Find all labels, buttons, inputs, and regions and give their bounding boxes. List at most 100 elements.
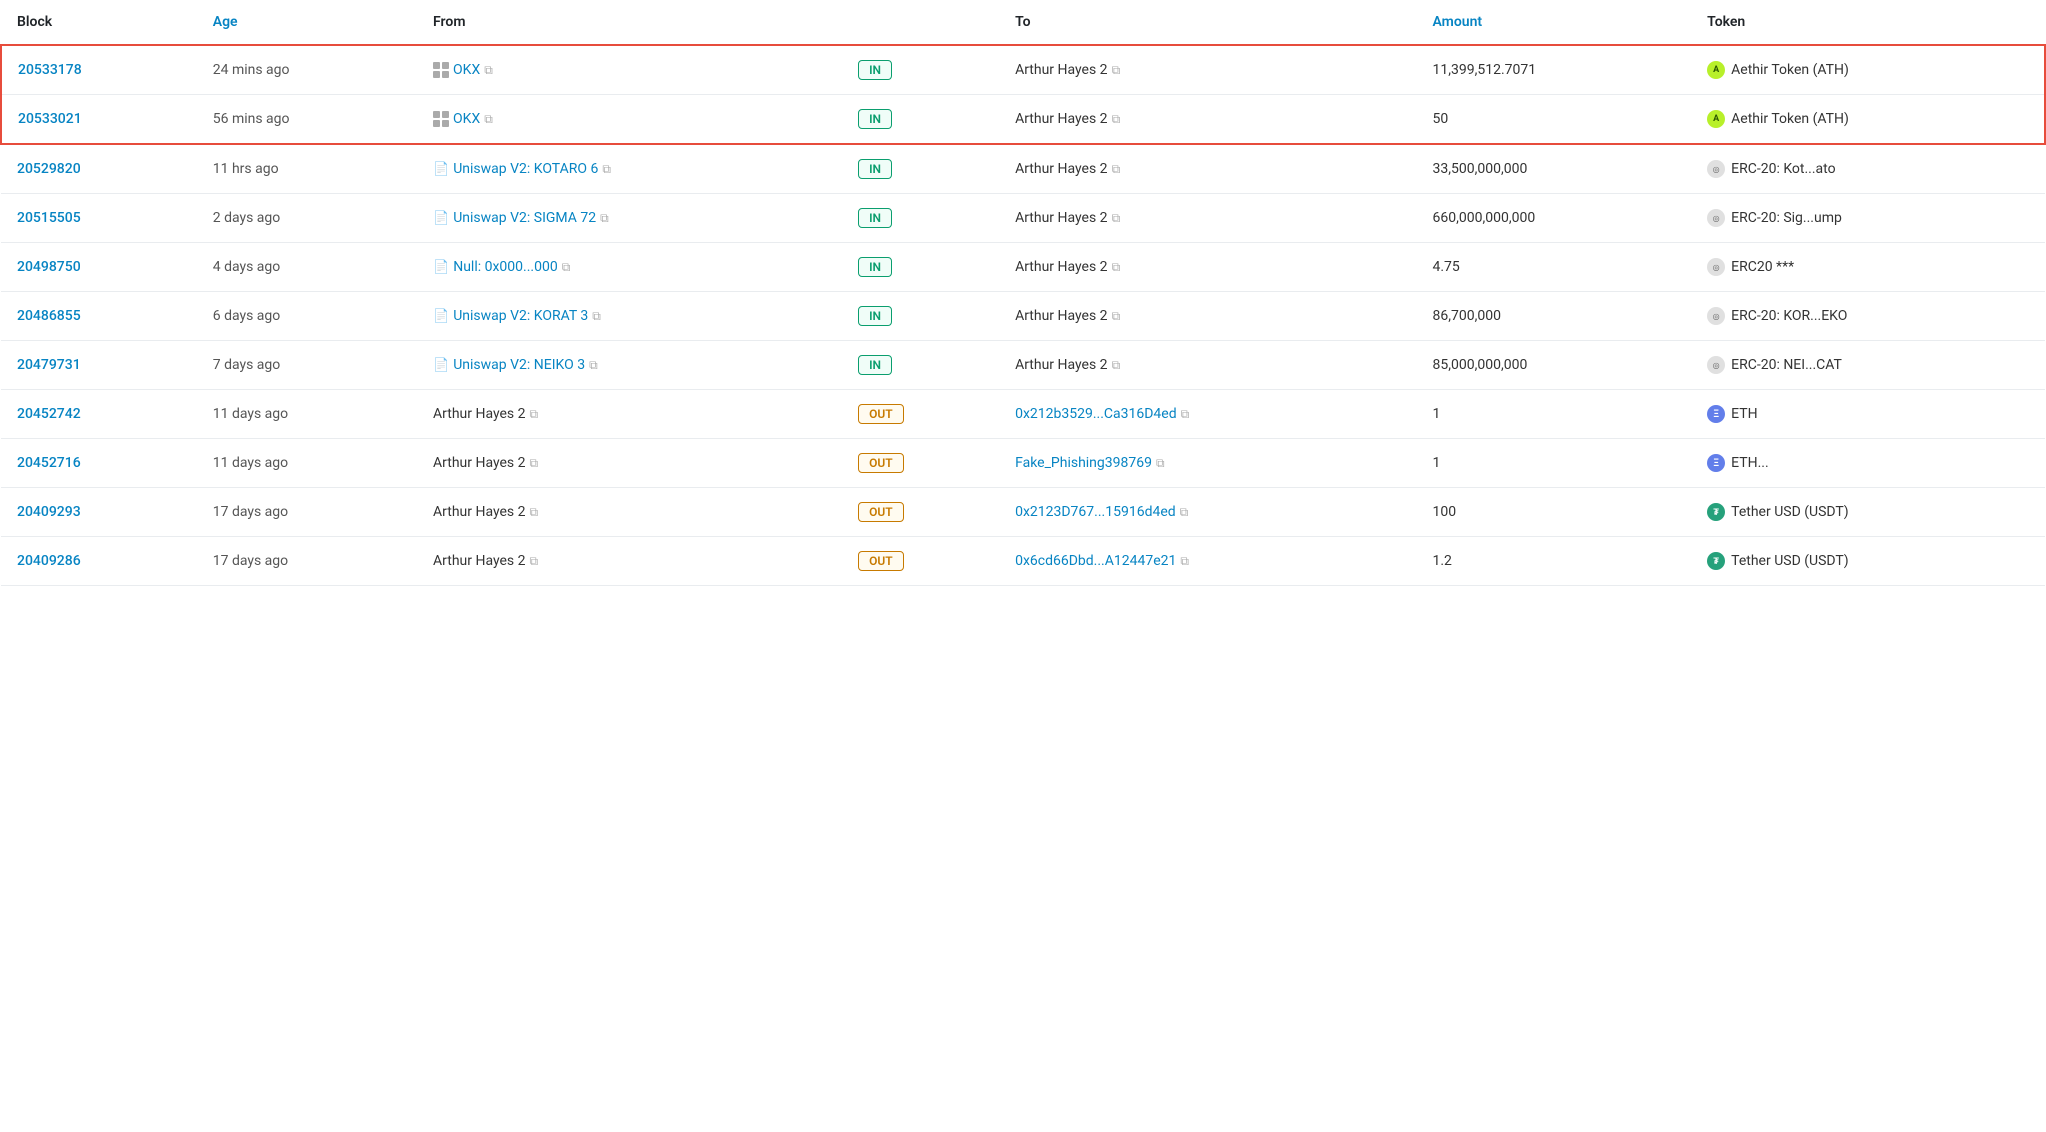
copy-icon[interactable]: ⧉ — [562, 260, 571, 275]
erc20-token-icon: ◎ — [1707, 356, 1725, 374]
token-cell: AAethir Token (ATH) — [1691, 95, 2045, 145]
amount-cell: 1 — [1417, 439, 1692, 488]
token-cell: ◎ERC-20: Kot...ato — [1691, 144, 2045, 194]
amount-cell: 100 — [1417, 488, 1692, 537]
contract-icon: 📄 — [433, 260, 449, 275]
copy-icon[interactable]: ⧉ — [1112, 162, 1121, 177]
col-header-block: Block — [1, 0, 197, 45]
from-cell: 📄Uniswap V2: KOTARO 6⧉ — [417, 144, 842, 194]
from-link[interactable]: Uniswap V2: NEIKO 3 — [453, 357, 585, 373]
direction-cell: IN — [842, 292, 999, 341]
from-label: Arthur Hayes 2 — [433, 504, 525, 520]
from-link[interactable]: OKX — [453, 111, 480, 127]
to-link[interactable]: Fake_Phishing398769 — [1015, 455, 1152, 471]
block-link[interactable]: 20409293 — [17, 504, 81, 520]
from-cell: 📄Uniswap V2: NEIKO 3⧉ — [417, 341, 842, 390]
copy-icon[interactable]: ⧉ — [1112, 309, 1121, 324]
table-row: 204797317 days ago📄Uniswap V2: NEIKO 3⧉I… — [1, 341, 2045, 390]
block-link[interactable]: 20498750 — [17, 259, 81, 275]
transactions-table-container: Block Age From To Amount Token 205331782… — [0, 0, 2046, 586]
copy-icon[interactable]: ⧉ — [589, 358, 598, 373]
token-name: Tether USD (USDT) — [1731, 553, 1849, 569]
from-label: Arthur Hayes 2 — [433, 553, 525, 569]
copy-icon[interactable]: ⧉ — [1180, 554, 1189, 569]
amount-cell: 11,399,512.7071 — [1417, 45, 1692, 95]
copy-icon[interactable]: ⧉ — [484, 63, 493, 78]
to-cell: Arthur Hayes 2 ⧉ — [999, 243, 1416, 292]
from-cell: Arthur Hayes 2 ⧉ — [417, 488, 842, 537]
direction-cell: IN — [842, 341, 999, 390]
to-cell: Arthur Hayes 2⧉ — [999, 95, 1416, 145]
table-row: 20515505 2 days ago 📄 Uniswap V2: SIGMA 72 ⧉… — [1, 194, 2045, 243]
block-link[interactable]: 20486855 — [17, 308, 81, 324]
to-link[interactable]: 0x2123D767...15916d4ed — [1015, 504, 1176, 520]
from-link[interactable]: Null: 0x000...000 — [453, 259, 557, 275]
copy-icon[interactable]: ⧉ — [592, 309, 601, 324]
copy-icon[interactable]: ⧉ — [1180, 505, 1189, 520]
okx-icon — [433, 111, 449, 127]
direction-badge: IN — [858, 109, 892, 129]
copy-icon[interactable]: ⧉ — [530, 554, 539, 569]
direction-badge: IN — [858, 60, 892, 80]
contract-icon: 📄 — [433, 211, 449, 226]
copy-icon[interactable]: ⧉ — [484, 112, 493, 127]
eth-token-icon: Ξ — [1707, 405, 1725, 423]
age-cell: 2 days ago — [197, 194, 417, 243]
to-cell: 0x212b3529...Ca316D4ed ⧉ — [999, 390, 1416, 439]
from-cell: Arthur Hayes 2⧉ — [417, 390, 842, 439]
copy-icon[interactable]: ⧉ — [1112, 211, 1121, 226]
copy-icon[interactable]: ⧉ — [1112, 260, 1121, 275]
token-cell: ◎ERC20 *** — [1691, 243, 2045, 292]
to-label: Arthur Hayes 2 — [1015, 62, 1107, 78]
to-label: Arthur Hayes 2 — [1015, 259, 1107, 275]
copy-icon[interactable]: ⧉ — [530, 456, 539, 471]
table-row: 2053302156 mins agoOKX⧉INArthur Hayes 2⧉… — [1, 95, 2045, 145]
token-name: ETH — [1731, 406, 1757, 422]
copy-icon[interactable]: ⧉ — [602, 162, 611, 177]
copy-icon[interactable]: ⧉ — [530, 505, 539, 520]
block-link[interactable]: 20529820 — [17, 161, 81, 177]
token-name: ERC-20: Sig...ump — [1731, 210, 1842, 226]
to-label: Arthur Hayes 2 — [1015, 161, 1107, 177]
copy-icon[interactable]: ⧉ — [1156, 456, 1165, 471]
direction-cell: OUT — [842, 488, 999, 537]
block-link[interactable]: 20515505 — [17, 210, 81, 226]
direction-badge: OUT — [858, 551, 904, 571]
from-link[interactable]: Uniswap V2: KORAT 3 — [453, 308, 588, 324]
from-link[interactable]: OKX — [453, 62, 480, 78]
block-link[interactable]: 20452742 — [17, 406, 81, 422]
direction-cell: OUT — [842, 439, 999, 488]
from-link[interactable]: Uniswap V2: KOTARO 6 — [453, 161, 598, 177]
block-link[interactable]: 20533178 — [18, 62, 82, 78]
copy-icon[interactable]: ⧉ — [600, 211, 609, 226]
copy-icon[interactable]: ⧉ — [1112, 112, 1121, 127]
from-link[interactable]: Uniswap V2: SIGMA 72 — [453, 210, 596, 226]
to-link[interactable]: 0x212b3529...Ca316D4ed — [1015, 406, 1177, 422]
copy-icon[interactable]: ⧉ — [530, 407, 539, 422]
from-cell: OKX ⧉ — [417, 45, 842, 95]
block-link[interactable]: 20479731 — [17, 357, 81, 373]
copy-icon[interactable]: ⧉ — [1181, 407, 1190, 422]
erc20-token-icon: ◎ — [1707, 258, 1725, 276]
ath-token-icon: A — [1707, 61, 1725, 79]
block-link[interactable]: 20533021 — [18, 111, 82, 127]
table-row: 2045271611 days agoArthur Hayes 2⧉OUTFak… — [1, 439, 2045, 488]
block-link[interactable]: 20409286 — [17, 553, 81, 569]
age-cell: 11 days ago — [197, 390, 417, 439]
direction-cell: IN — [842, 144, 999, 194]
from-label: Arthur Hayes 2 — [433, 455, 525, 471]
table-row: 2045274211 days agoArthur Hayes 2⧉OUT0x2… — [1, 390, 2045, 439]
block-link[interactable]: 20452716 — [17, 455, 81, 471]
token-cell: ₮Tether USD (USDT) — [1691, 488, 2045, 537]
to-cell: Arthur Hayes 2 ⧉ — [999, 144, 1416, 194]
copy-icon[interactable]: ⧉ — [1112, 63, 1121, 78]
col-header-age[interactable]: Age — [197, 0, 417, 45]
token-cell: Ξ ETH — [1691, 390, 2045, 439]
copy-icon[interactable]: ⧉ — [1112, 358, 1121, 373]
token-name: ERC-20: KOR...EKO — [1731, 308, 1847, 324]
col-header-amount[interactable]: Amount — [1417, 0, 1692, 45]
transactions-table: Block Age From To Amount Token 205331782… — [0, 0, 2046, 586]
erc20-token-icon: ◎ — [1707, 209, 1725, 227]
token-name: Aethir Token (ATH) — [1731, 111, 1849, 127]
to-link[interactable]: 0x6cd66Dbd...A12447e21 — [1015, 553, 1176, 569]
